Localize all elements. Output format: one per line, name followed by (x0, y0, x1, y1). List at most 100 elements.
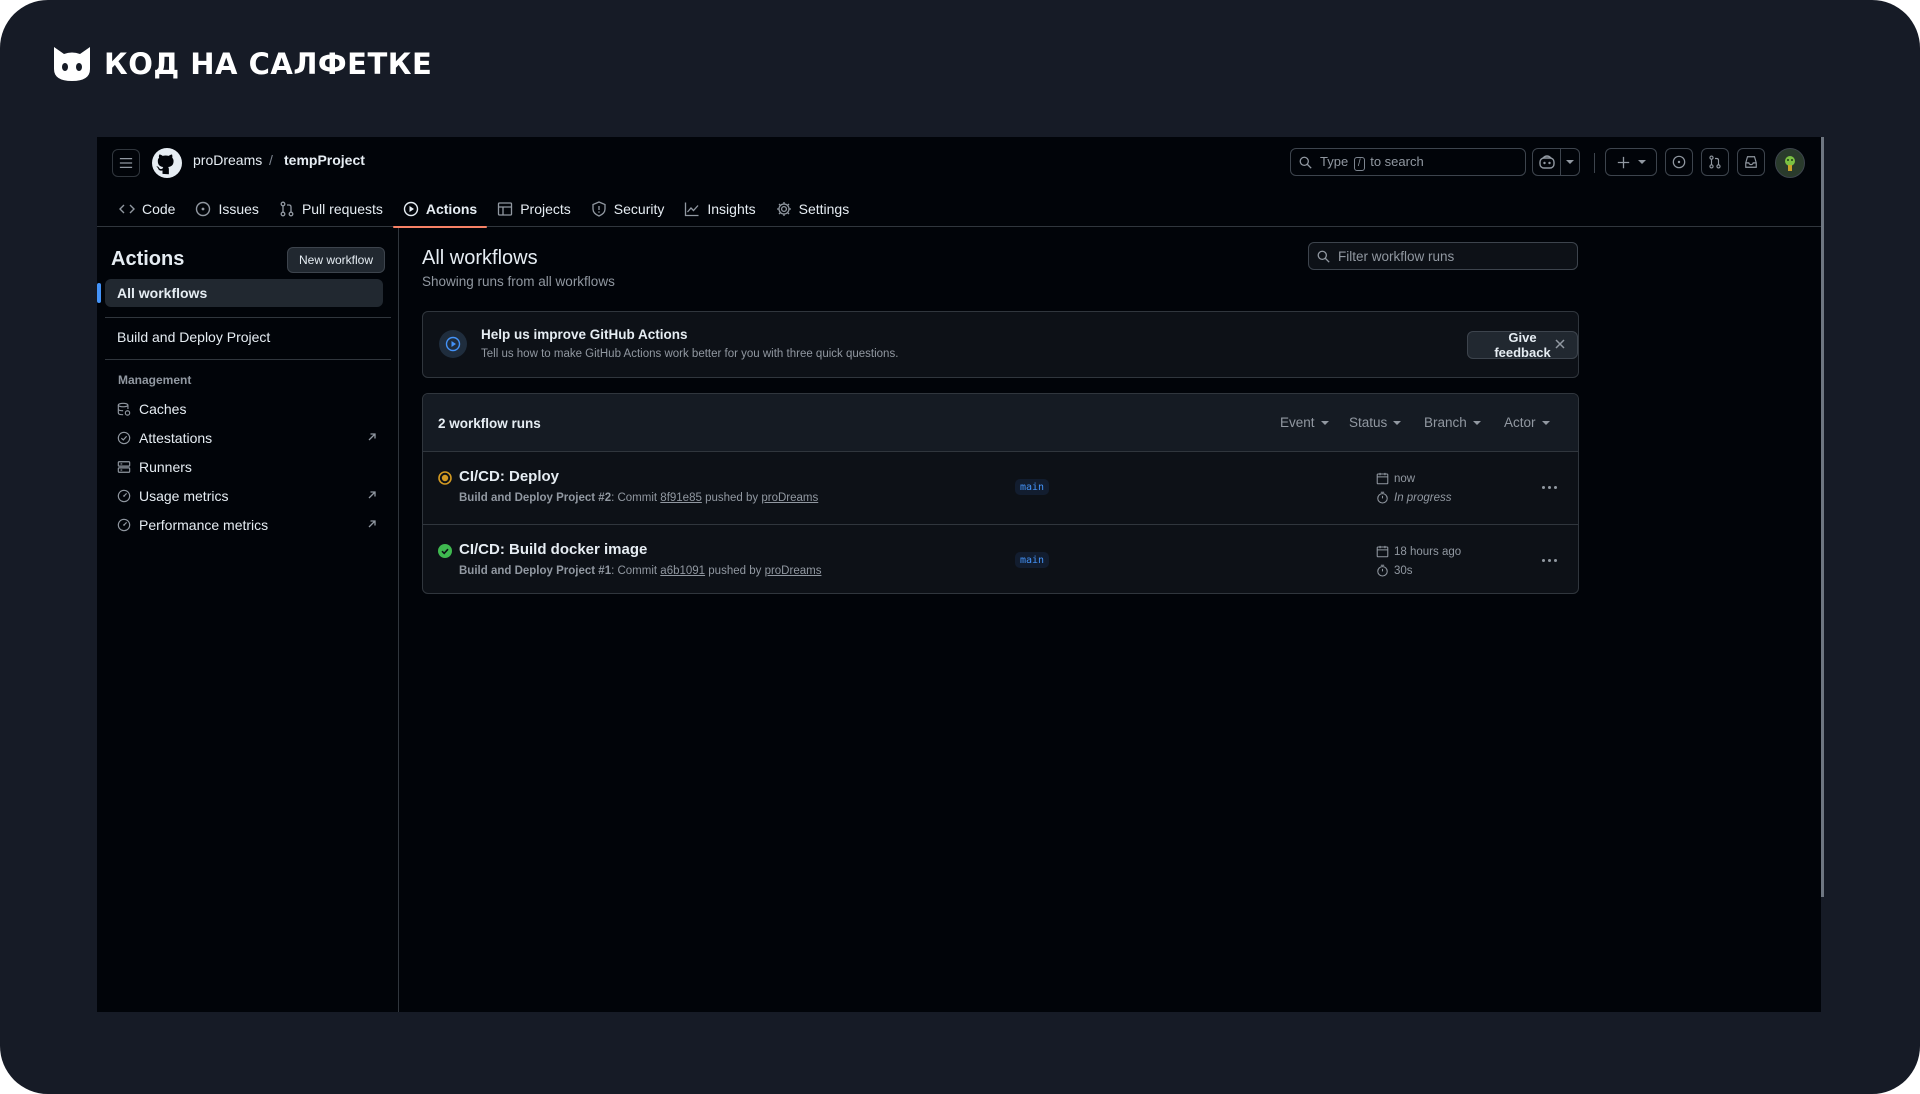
filter-label: Branch (1424, 415, 1467, 430)
run-meta: Build and Deploy Project #2: Commit 8f91… (459, 492, 819, 504)
breadcrumb-owner[interactable]: proDreams (193, 152, 262, 168)
database-icon (117, 402, 131, 416)
run-duration-label: In progress (1394, 491, 1452, 504)
status-filter-dropdown[interactable]: Status (1349, 415, 1402, 430)
kebab-dot (1553, 558, 1557, 562)
search-placeholder: Type / to search (1320, 153, 1424, 171)
more-options-button[interactable] (1538, 479, 1560, 495)
tab-settings[interactable]: Settings (766, 191, 860, 227)
sidebar-item-runners[interactable]: Runners (105, 453, 383, 481)
banner-icon (439, 330, 467, 358)
commit-link[interactable]: a6b1091 (660, 565, 705, 577)
issue-icon (1672, 155, 1686, 169)
breadcrumb-repo[interactable]: tempProject (284, 152, 365, 168)
sidebar-item-attestations[interactable]: Attestations (105, 424, 383, 452)
sidebar-item-label: Usage metrics (139, 488, 229, 504)
sidebar-divider (105, 359, 391, 360)
filter-placeholder: Filter workflow runs (1338, 248, 1455, 264)
user-link[interactable]: proDreams (761, 492, 818, 504)
tab-insights[interactable]: Insights (674, 191, 765, 227)
cat-logo-icon (54, 47, 90, 81)
create-new-button[interactable] (1605, 148, 1657, 176)
sidebar-item-usage-metrics[interactable]: Usage metrics (105, 482, 383, 510)
play-icon (445, 336, 461, 352)
actor-filter-dropdown[interactable]: Actor (1504, 415, 1550, 430)
sidebar-item-label: Performance metrics (139, 517, 269, 533)
github-logo-icon[interactable] (152, 148, 182, 178)
menu-button[interactable] (112, 149, 140, 177)
external-link-icon (368, 433, 376, 441)
issues-button[interactable] (1665, 148, 1693, 176)
banner-description: Tell us how to make GitHub Actions work … (481, 348, 899, 360)
avatar[interactable] (1775, 148, 1805, 178)
filter-label: Status (1349, 415, 1388, 430)
sidebar-item-label: Runners (139, 459, 192, 475)
tab-label: Projects (520, 201, 571, 217)
pull-request-icon (1709, 155, 1721, 169)
sidebar-item-label: Build and Deploy Project (117, 329, 271, 345)
workflow-run-row[interactable]: CI/CD: Build docker image Build and Depl… (423, 524, 1578, 593)
sidebar-item-all-workflows[interactable]: All workflows (97, 279, 383, 307)
inbox-button[interactable] (1737, 148, 1765, 176)
run-time: 18 hours ago (1376, 545, 1461, 558)
browser-window: proDreams / tempProject Type / to search (97, 137, 1821, 1012)
kebab-dot (1553, 485, 1557, 489)
copilot-icon (1538, 155, 1555, 169)
tab-security[interactable]: Security (581, 191, 675, 227)
run-title[interactable]: CI/CD: Deploy (459, 468, 559, 485)
run-meta: Build and Deploy Project #1: Commit a6b1… (459, 565, 822, 577)
search-icon (1317, 250, 1330, 263)
graph-icon (685, 202, 699, 217)
table-icon (498, 202, 513, 216)
tab-projects[interactable]: Projects (487, 191, 581, 227)
new-workflow-button[interactable]: New workflow (287, 247, 386, 273)
tab-actions[interactable]: Actions (392, 191, 488, 228)
commit-link[interactable]: 8f91e85 (660, 492, 702, 504)
event-filter-dropdown[interactable]: Event (1280, 415, 1329, 430)
chevron-down-icon (1565, 160, 1574, 164)
chevron-down-icon (1472, 420, 1481, 425)
search-input[interactable]: Type / to search (1290, 148, 1526, 176)
sidebar-item-workflow[interactable]: Build and Deploy Project (105, 323, 383, 351)
workflow-runs-list: 2 workflow runs Event Status Branch Acto… (422, 393, 1579, 594)
filter-label: Event (1280, 415, 1315, 430)
stopwatch-icon (1377, 564, 1388, 577)
run-duration-label: 30s (1394, 564, 1413, 577)
branch-badge[interactable]: main (1015, 552, 1050, 568)
sidebar-title: Actions (111, 248, 185, 270)
kebab-dot (1541, 485, 1545, 489)
sidebar-item-caches[interactable]: Caches (105, 395, 383, 423)
workflow-run-row[interactable]: CI/CD: Deploy Build and Deploy Project #… (423, 452, 1578, 523)
inbox-icon (1745, 156, 1757, 168)
sidebar-item-label: Caches (139, 401, 187, 417)
scrollbar[interactable] (1821, 137, 1824, 897)
branch-badge[interactable]: main (1015, 479, 1050, 495)
close-button[interactable] (1552, 336, 1568, 352)
code-icon (119, 204, 135, 214)
tab-issues[interactable]: Issues (185, 191, 268, 227)
tab-pull-requests[interactable]: Pull requests (269, 191, 393, 227)
kebab-dot (1547, 558, 1551, 562)
search-icon (1299, 156, 1312, 169)
more-options-button[interactable] (1538, 552, 1560, 568)
feedback-banner: Help us improve GitHub Actions Tell us h… (422, 311, 1579, 378)
tab-label: Security (613, 201, 665, 217)
pull-requests-button[interactable] (1701, 148, 1729, 176)
user-link[interactable]: proDreams (765, 565, 822, 577)
filter-workflow-runs-input[interactable]: Filter workflow runs (1308, 242, 1578, 270)
success-check-icon (438, 544, 452, 558)
tab-code[interactable]: Code (109, 191, 185, 227)
branch-filter-dropdown[interactable]: Branch (1424, 415, 1481, 430)
tab-label: Insights (707, 201, 756, 217)
pull-request-icon (280, 201, 294, 217)
sidebar-item-performance-metrics[interactable]: Performance metrics (105, 511, 383, 539)
avatar-image-icon (1785, 156, 1795, 171)
hamburger-icon (119, 157, 133, 169)
brand: КОД НА САЛФЕТКЕ (52, 44, 432, 84)
breadcrumb-separator: / (269, 152, 273, 168)
kebab-dot (1541, 558, 1545, 562)
run-title[interactable]: CI/CD: Build docker image (459, 541, 647, 558)
run-duration: In progress (1376, 491, 1452, 504)
tab-label: Pull requests (301, 201, 383, 217)
copilot-button[interactable] (1532, 148, 1580, 176)
